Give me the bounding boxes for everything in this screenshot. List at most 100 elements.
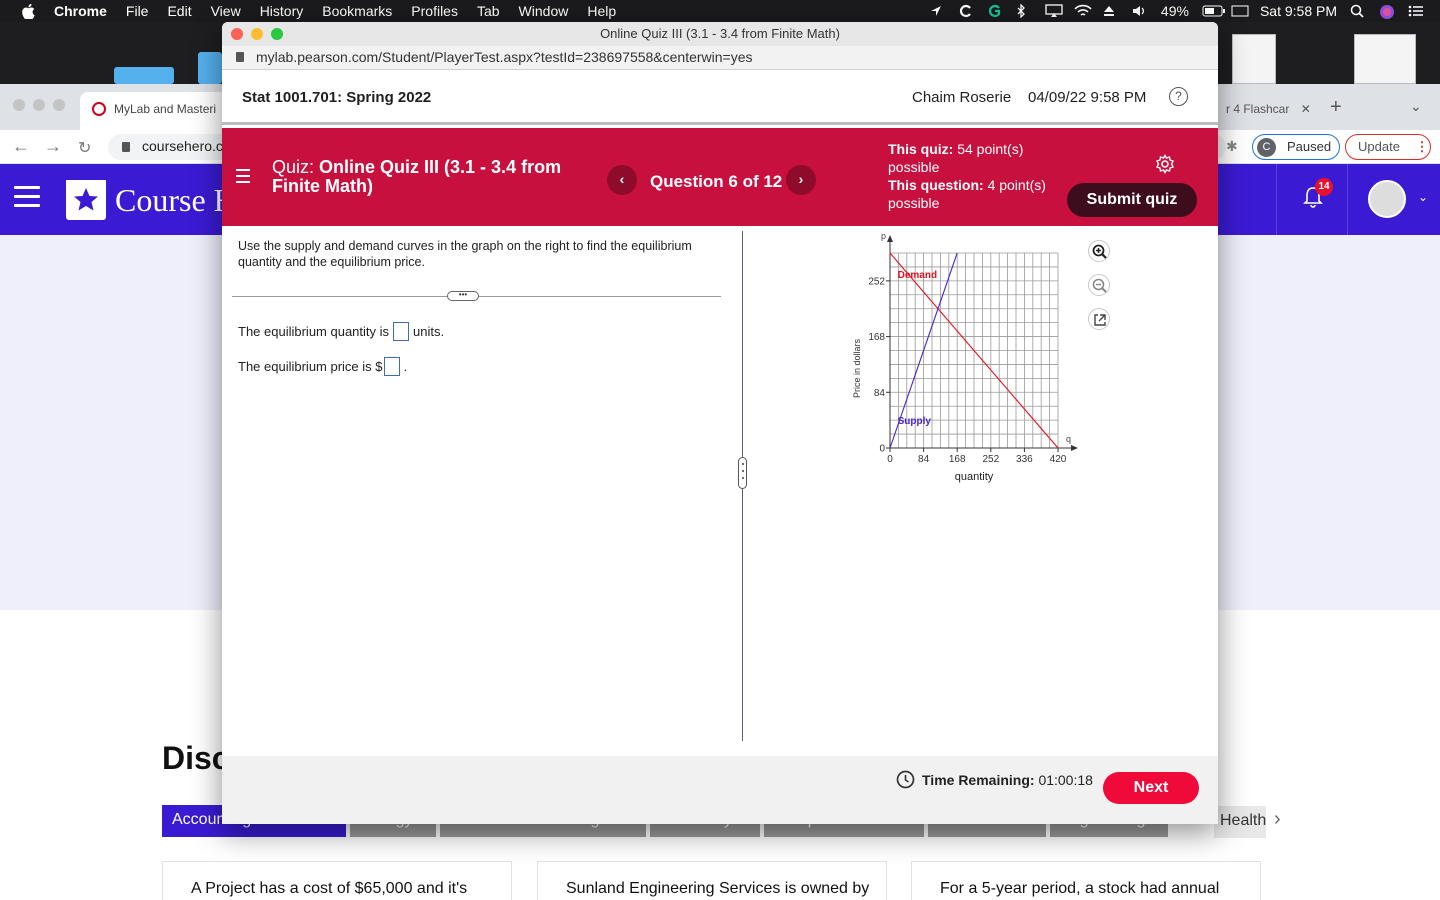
popup-window-title: Online Quiz III (3.1 - 3.4 from Finite M… (600, 26, 840, 41)
question-card[interactable]: A Project has a cost of $65,000 and it's (162, 861, 512, 900)
price-period: . (403, 359, 408, 374)
desktop-screenshot-icon[interactable] (1354, 34, 1416, 84)
profile-avatar: C (1257, 138, 1276, 157)
profile-paused-button[interactable]: C Paused (1252, 134, 1340, 160)
menu-profiles[interactable]: Profiles (411, 3, 458, 19)
discover-heading: Disc (162, 740, 230, 776)
extensions-puzzle-icon[interactable]: ✱ (1226, 138, 1238, 155)
bluetooth-icon[interactable] (1016, 3, 1032, 19)
this-quiz-label: This quiz: (888, 141, 954, 157)
y-axis-letter: p (881, 231, 886, 241)
quiz-prefix: Quiz: (272, 157, 315, 177)
apple-icon[interactable] (22, 3, 40, 19)
siri-icon[interactable] (1379, 4, 1395, 19)
question-pane: Use the supply and demand curves in the … (222, 226, 742, 756)
coursehero-brand-text[interactable]: Course H (115, 182, 237, 219)
clock-icon (896, 770, 915, 789)
help-icon[interactable]: ? (1169, 87, 1188, 106)
quiz-title: Quiz: Online Quiz III (3.1 - 3.4 from Fi… (272, 158, 562, 196)
question-card[interactable]: Sunland Engineering Services is owned by (537, 861, 887, 900)
quiz-header-bar: Quiz: Online Quiz III (3.1 - 3.4 from Fi… (222, 128, 1218, 226)
notifications-button[interactable]: 14 (1276, 164, 1348, 235)
coursehero-logo-icon[interactable] (66, 180, 106, 220)
spotlight-search-icon[interactable] (1350, 4, 1366, 18)
previous-question-button[interactable]: ‹ (607, 165, 637, 195)
menubar-clock[interactable]: Sat 9:58 PM (1260, 3, 1337, 19)
hamburger-menu-icon[interactable] (14, 186, 40, 207)
menu-file[interactable]: File (126, 3, 149, 19)
settings-gear-icon[interactable] (1155, 154, 1175, 174)
next-button[interactable]: Next (1103, 772, 1199, 804)
equilibrium-quantity-input[interactable] (393, 322, 410, 341)
location-arrow-icon[interactable] (929, 4, 945, 18)
x-tick-label: 420 (1050, 454, 1067, 465)
new-tab-button[interactable]: + (1330, 96, 1342, 119)
menu-history[interactable]: History (260, 3, 304, 19)
question-card[interactable]: For a 5-year period, a stock had annual (911, 861, 1261, 900)
time-remaining: Time Remaining: 01:00:18 (922, 772, 1093, 788)
eject-icon[interactable] (1103, 4, 1119, 18)
back-arrow-icon[interactable]: ← (12, 136, 30, 157)
close-window-button[interactable] (13, 99, 25, 111)
external-link-icon (1094, 314, 1106, 326)
forward-arrow-icon[interactable]: → (44, 136, 62, 157)
volume-icon[interactable] (1132, 4, 1148, 18)
x-tick-label: 0 (887, 454, 893, 465)
expand-more-button[interactable]: ••• (447, 291, 479, 301)
x-axis-letter: q (1066, 434, 1071, 444)
keyboard-layout-icon[interactable] (1231, 4, 1249, 18)
menu-window[interactable]: Window (519, 3, 569, 19)
desktop-document-icon[interactable] (1232, 34, 1276, 84)
equilibrium-price-input[interactable] (383, 357, 400, 376)
menu-edit[interactable]: Edit (167, 3, 191, 19)
tab-mylab[interactable]: MyLab and Masteri (80, 92, 230, 130)
zoom-window-button[interactable] (271, 28, 283, 40)
menu-tab[interactable]: Tab (477, 3, 500, 19)
menu-app-name[interactable]: Chrome (54, 3, 107, 19)
minimize-window-button[interactable] (251, 28, 263, 40)
quantity-answer-row: The equilibrium quantity is units. (238, 322, 444, 341)
cloud-sync-icon[interactable] (958, 4, 974, 18)
reload-icon[interactable]: ↻ (78, 138, 91, 158)
question-instructions: Use the supply and demand curves in the … (238, 239, 692, 269)
this-question-label: This question: (888, 177, 984, 193)
close-tab-icon[interactable]: ✕ (1301, 102, 1311, 116)
zoom-out-button[interactable] (1088, 274, 1110, 296)
hamburger-menu-icon[interactable] (236, 169, 250, 187)
chevron-right-icon[interactable]: › (1274, 808, 1281, 831)
chevron-down-icon[interactable]: ⌄ (1418, 190, 1428, 204)
user-avatar[interactable] (1368, 180, 1406, 218)
menu-view[interactable]: View (211, 3, 241, 19)
popup-url-bar[interactable]: mylab.pearson.com/Student/PlayerTest.asp… (222, 46, 1218, 70)
price-answer-row: The equilibrium price is $ . (238, 357, 407, 376)
tab-search-chevron-icon[interactable]: ⌄ (1410, 98, 1422, 115)
zoom-in-icon (1092, 244, 1107, 259)
notification-center-icon[interactable] (1408, 4, 1424, 18)
popup-url-text: mylab.pearson.com/Student/PlayerTest.asp… (256, 49, 753, 65)
update-chrome-button[interactable]: Update ⋮ (1345, 134, 1431, 160)
points-summary: This quiz: 54 point(s) possible This que… (888, 140, 1048, 212)
minimize-window-button[interactable] (33, 99, 45, 111)
airplay-icon[interactable] (1045, 4, 1063, 18)
x-tick-label: 252 (982, 454, 999, 465)
zoom-window-button[interactable] (53, 99, 65, 111)
wifi-icon[interactable] (1074, 4, 1092, 18)
grammarly-icon[interactable] (987, 4, 1003, 18)
quiz-footer: Time Remaining: 01:00:18 Next (222, 756, 1218, 824)
menu-help[interactable]: Help (587, 3, 616, 19)
quantity-units: units. (413, 324, 445, 339)
next-question-button[interactable]: › (786, 165, 816, 195)
quantity-prompt: The equilibrium quantity is (238, 324, 390, 339)
submit-quiz-button[interactable]: Submit quiz (1067, 183, 1197, 217)
desktop-folder-icon[interactable] (114, 67, 174, 84)
battery-icon[interactable] (1202, 4, 1225, 18)
category-health[interactable]: Health (1214, 806, 1266, 838)
menu-bookmarks[interactable]: Bookmarks (322, 3, 392, 19)
open-external-button[interactable] (1088, 308, 1110, 330)
close-window-button[interactable] (231, 28, 243, 40)
zoom-in-button[interactable] (1088, 240, 1110, 262)
quiz-name: Online Quiz III (3.1 - 3.4 from Finite M… (272, 157, 562, 196)
tab-flashcards[interactable]: r 4 Flashcar ✕ (1218, 92, 1318, 130)
pane-resize-handle[interactable] (738, 457, 747, 489)
desktop-folder-icon[interactable] (198, 52, 222, 84)
